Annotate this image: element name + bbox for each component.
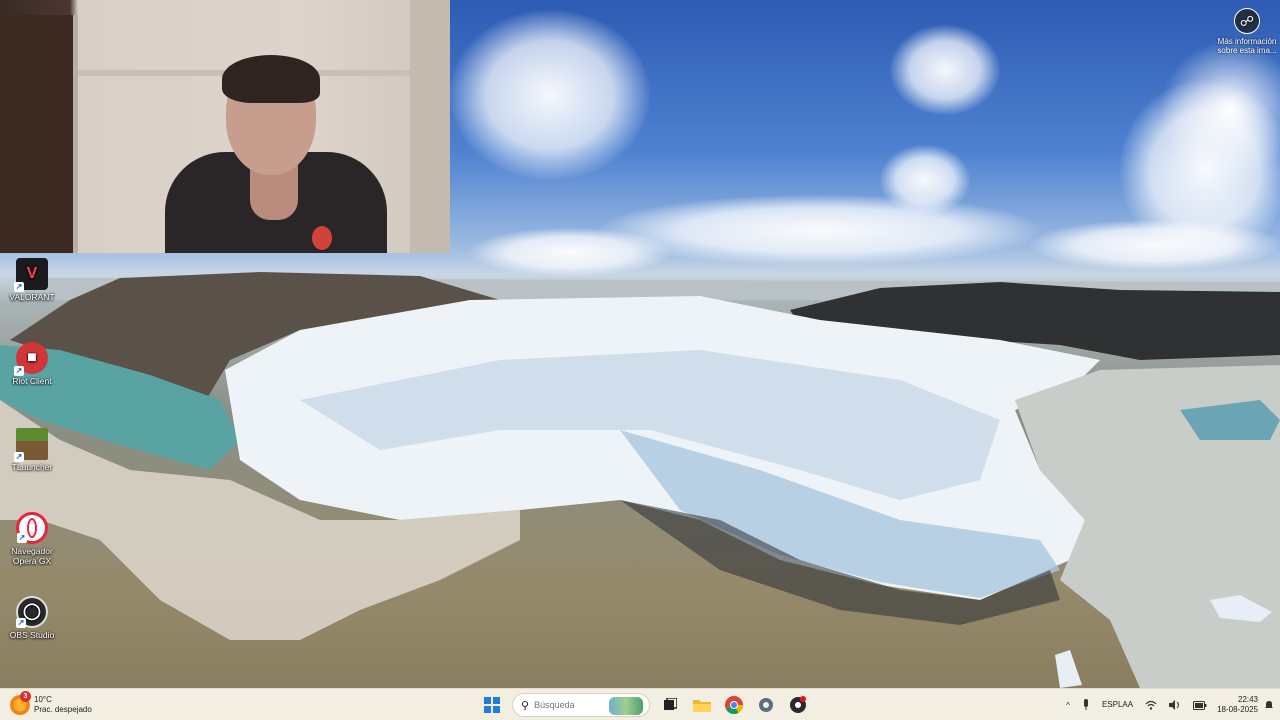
webcam-pin	[312, 226, 332, 250]
webcam-overlay	[0, 0, 450, 253]
tray-chevron-button[interactable]: ^	[1066, 701, 1070, 710]
webcam-wall	[410, 0, 450, 253]
file-explorer-button[interactable]	[690, 693, 714, 717]
desktop-icon-label: Riot Client	[12, 376, 52, 386]
desktop-icon-label: VALORANT	[9, 292, 55, 302]
taskbar-search[interactable]: ⚲	[512, 693, 650, 717]
start-button[interactable]	[480, 693, 504, 717]
volume-button[interactable]	[1169, 700, 1181, 710]
opera-gx-icon: ↗	[16, 512, 48, 544]
search-input[interactable]	[534, 700, 605, 710]
notification-bell-button[interactable]	[1264, 700, 1274, 710]
shortcut-arrow-icon: ↗	[17, 533, 27, 543]
desktop-icon-valorant[interactable]: V ↗ VALORANT	[4, 258, 60, 302]
desktop-icon-opera-gx[interactable]: ↗ Navegador Opera GX	[4, 512, 60, 566]
language-indicator[interactable]: ESP LAA	[1102, 700, 1133, 710]
language-top: ESP	[1101, 700, 1118, 709]
desktop-icon-obs-studio[interactable]: ◯ ↗ OBS Studio	[4, 596, 60, 640]
clock[interactable]: 22:43 18-08-2025	[1217, 695, 1258, 715]
obs-taskbar-button[interactable]	[786, 693, 810, 717]
shortcut-arrow-icon: ↗	[16, 618, 26, 628]
riot-client-icon: ■ ↗	[14, 342, 48, 376]
weather-condition: Prac. despejado	[34, 705, 92, 714]
bell-icon	[1265, 701, 1273, 708]
obs-studio-icon: ◯ ↗	[16, 596, 48, 628]
microphone-button[interactable]	[1082, 699, 1090, 711]
taskbar-center: ⚲	[480, 692, 810, 718]
clock-time: 22:43	[1237, 695, 1258, 704]
settings-button[interactable]	[754, 693, 778, 717]
search-highlight-image	[609, 697, 643, 715]
windows-logo-icon	[484, 697, 500, 713]
desktop-icon-riot-client[interactable]: ■ ↗ Riot Client	[4, 342, 60, 386]
task-view-icon	[664, 698, 677, 710]
search-icon: ⚲	[521, 699, 530, 712]
wallpaper-info-label: Más información sobre esta ima...	[1217, 37, 1277, 55]
minecraft-block-icon: ↗	[14, 428, 48, 462]
shortcut-arrow-icon: ↗	[14, 452, 24, 462]
desktop-icon-label: TLauncher	[11, 462, 53, 472]
folder-icon	[693, 700, 711, 712]
battery-icon	[1193, 700, 1207, 710]
microphone-icon	[1083, 699, 1088, 710]
weather-sun-icon: 3	[10, 691, 31, 715]
speaker-icon	[1169, 700, 1180, 710]
chevron-up-icon: ^	[1066, 700, 1070, 710]
clock-date: 18-08-2025	[1217, 705, 1258, 714]
weather-temp: 10°C	[34, 695, 52, 704]
battery-button[interactable]	[1193, 700, 1207, 710]
language-bottom: LAA	[1117, 700, 1134, 709]
chrome-button[interactable]	[722, 693, 746, 717]
gear-icon	[759, 698, 773, 712]
task-view-button[interactable]	[658, 693, 682, 717]
camera-info-icon: ☍	[1234, 8, 1260, 34]
chrome-icon	[725, 696, 743, 714]
obs-record-icon	[790, 696, 806, 713]
webcam-door	[0, 15, 78, 253]
weather-badge: 3	[20, 691, 31, 702]
desktop-icon-label: OBS Studio	[9, 630, 55, 640]
taskbar: 3 10°C Prac. despejado ⚲ Búsqueda ^ ESP …	[0, 688, 1280, 720]
wallpaper-info-button[interactable]: ☍ Más información sobre esta ima...	[1214, 8, 1280, 55]
valorant-icon: V ↗	[14, 258, 48, 292]
shortcut-arrow-icon: ↗	[14, 366, 24, 376]
weather-widget[interactable]: 3 10°C Prac. despejado	[10, 691, 92, 718]
system-tray: ^ ESP LAA 22:43 18-08-2025	[1060, 689, 1280, 720]
wifi-icon	[1145, 700, 1157, 710]
desktop-icon-label: Navegador Opera GX	[11, 546, 53, 566]
weather-text: 10°C Prac. despejado	[34, 695, 92, 715]
desktop-icon-tlauncher[interactable]: ↗ TLauncher	[4, 428, 60, 472]
network-button[interactable]	[1145, 700, 1157, 710]
shortcut-arrow-icon: ↗	[14, 282, 24, 292]
webcam-person-hair	[222, 55, 320, 103]
